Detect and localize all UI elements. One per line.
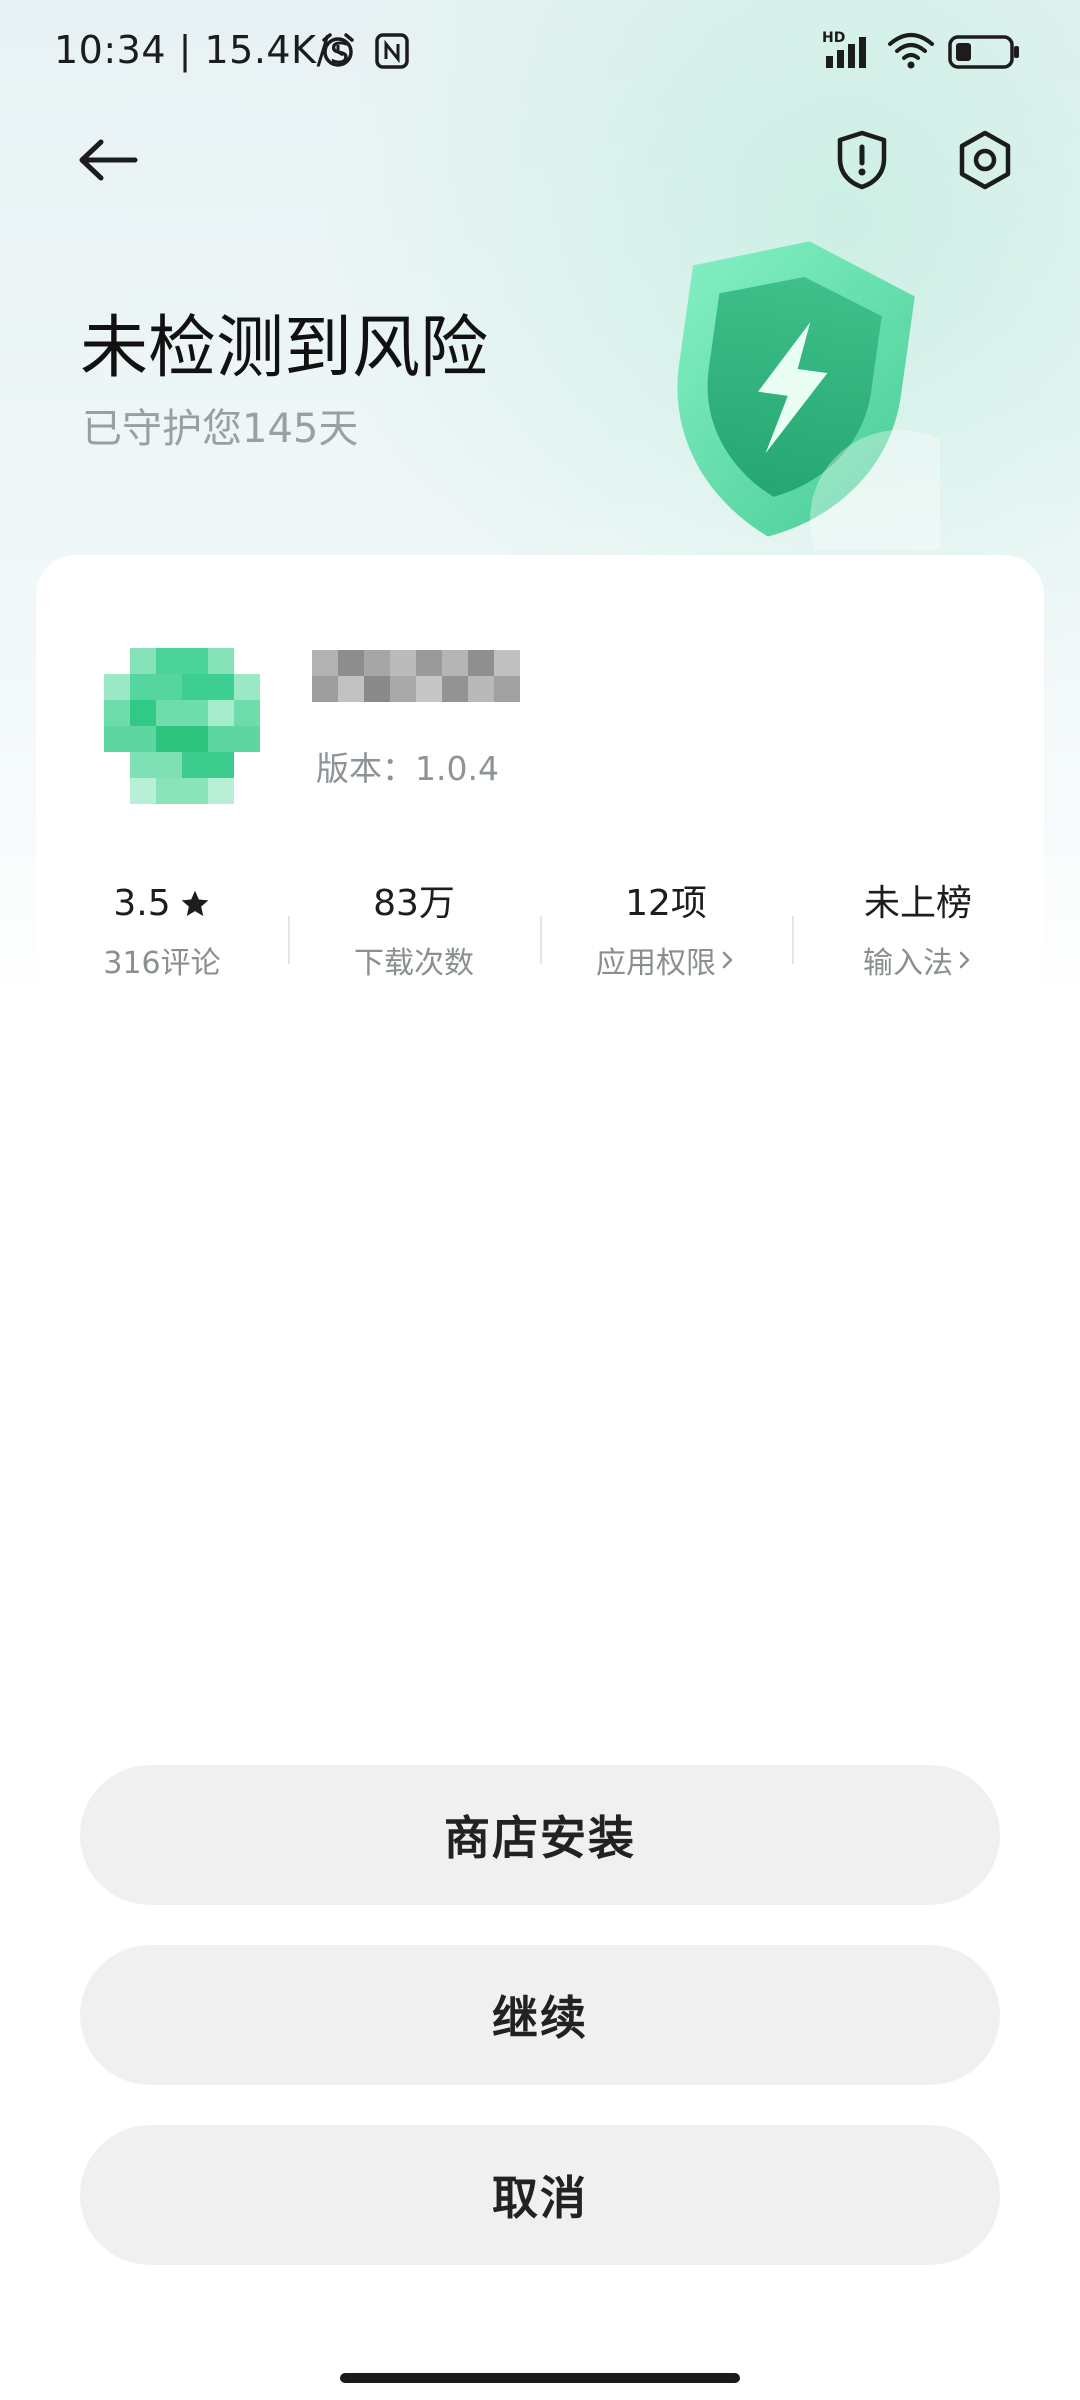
stat-divider xyxy=(540,916,542,964)
stat-rating[interactable]: 3.5 316评论 xyxy=(36,880,288,1000)
store-install-button[interactable]: 商店安装 xyxy=(80,1765,1000,1905)
status-time-speed: 10:34 | 15.4K/s xyxy=(54,28,351,72)
category-label: 输入法 xyxy=(863,946,953,981)
ranking-value: 未上榜 xyxy=(863,883,972,924)
security-shield-illustration xyxy=(677,241,940,550)
review-count: 316评论 xyxy=(103,946,221,981)
signal-icon xyxy=(826,37,866,68)
downloads-value: 83万 xyxy=(373,883,455,924)
chevron-right-icon xyxy=(722,951,733,969)
cancel-button[interactable]: 取消 xyxy=(80,2125,1000,2265)
star-icon xyxy=(181,890,208,916)
app-icon xyxy=(104,648,260,804)
wifi-icon xyxy=(888,33,934,69)
home-indicator[interactable] xyxy=(340,2373,740,2383)
battery-icon xyxy=(948,35,1019,69)
nfc-icon xyxy=(375,33,409,69)
stat-divider xyxy=(792,916,794,964)
app-stats-row: 3.5 316评论 83万 下载次数 12项 应用权限 未上榜 输入法 xyxy=(36,880,1044,1000)
stat-permissions[interactable]: 12项 应用权限 xyxy=(540,880,792,1000)
scan-result-title: 未检测到风险 xyxy=(80,309,489,388)
permissions-label: 应用权限 xyxy=(596,946,716,981)
shield-alert-icon xyxy=(837,130,887,190)
settings-button[interactable] xyxy=(947,122,1023,198)
app-version: 版本：1.0.4 xyxy=(316,749,499,788)
chevron-right-icon xyxy=(959,951,970,969)
stat-divider xyxy=(288,916,290,964)
protection-days-subtitle: 已守护您145天 xyxy=(82,406,359,452)
alarm-icon xyxy=(322,33,354,67)
back-button[interactable] xyxy=(70,122,146,198)
rating-value: 3.5 xyxy=(113,883,171,924)
stat-ranking[interactable]: 未上榜 输入法 xyxy=(792,880,1044,1000)
stat-downloads: 83万 下载次数 xyxy=(288,880,540,1000)
security-report-button[interactable] xyxy=(824,122,900,198)
downloads-label: 下载次数 xyxy=(354,946,474,981)
settings-gear-icon xyxy=(959,130,1011,190)
back-arrow-icon xyxy=(79,139,138,181)
continue-button[interactable]: 继续 xyxy=(80,1945,1000,2085)
app-name-redacted xyxy=(312,650,520,702)
status-bar: 10:34 | 15.4K/s HD xyxy=(0,0,1080,100)
permissions-value: 12项 xyxy=(625,883,707,924)
